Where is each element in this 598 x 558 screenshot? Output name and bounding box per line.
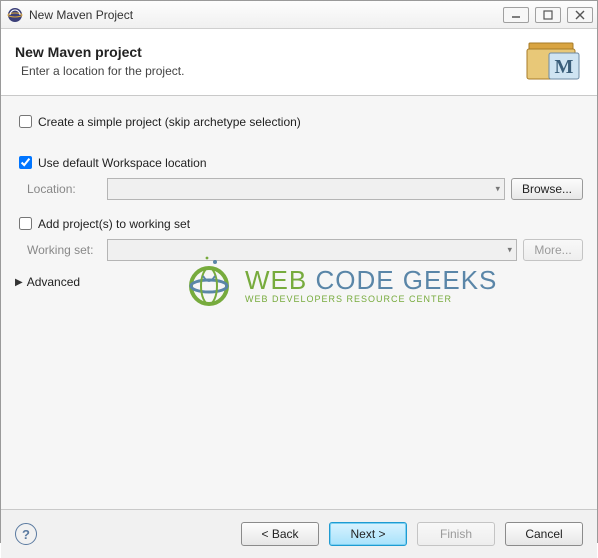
simple-project-checkbox[interactable] <box>19 115 32 128</box>
watermark-tagline: WEB DEVELOPERS RESOURCE CENTER <box>245 294 497 304</box>
working-set-field-row: Working set: ▾ More... <box>27 239 583 261</box>
expand-icon: ▶ <box>15 277 23 288</box>
more-button: More... <box>523 239 583 261</box>
default-workspace-row: Use default Workspace location <box>15 153 583 172</box>
default-workspace-label: Use default Workspace location <box>38 156 207 170</box>
page-title: New Maven project <box>15 44 523 60</box>
window-controls <box>503 7 593 23</box>
close-button[interactable] <box>567 7 593 23</box>
browse-button[interactable]: Browse... <box>511 178 583 200</box>
minimize-button[interactable] <box>503 7 529 23</box>
maven-icon: M <box>523 39 583 83</box>
eclipse-icon <box>7 7 23 23</box>
location-row: Location: ▾ Browse... <box>27 178 583 200</box>
wizard-banner: New Maven project Enter a location for t… <box>1 29 597 96</box>
chevron-down-icon: ▾ <box>495 184 500 195</box>
maximize-button[interactable] <box>535 7 561 23</box>
finish-button: Finish <box>417 522 495 546</box>
working-set-label: Working set: <box>27 243 101 257</box>
next-button[interactable]: Next > <box>329 522 407 546</box>
location-label: Location: <box>27 182 101 196</box>
page-subtitle: Enter a location for the project. <box>21 64 523 78</box>
svg-text:M: M <box>555 56 574 78</box>
default-workspace-checkbox[interactable] <box>19 156 32 169</box>
help-icon[interactable]: ? <box>15 523 37 545</box>
chevron-down-icon: ▾ <box>507 245 512 256</box>
cancel-button[interactable]: Cancel <box>505 522 583 546</box>
button-bar: ? < Back Next > Finish Cancel <box>1 510 597 558</box>
location-combo[interactable]: ▾ <box>107 178 505 200</box>
advanced-expander[interactable]: ▶ Advanced <box>15 275 583 289</box>
simple-project-row: Create a simple project (skip archetype … <box>15 112 583 131</box>
simple-project-label: Create a simple project (skip archetype … <box>38 115 301 129</box>
window-title: New Maven Project <box>29 8 503 22</box>
working-set-combo: ▾ <box>107 239 517 261</box>
working-set-row: Add project(s) to working set <box>15 214 583 233</box>
working-set-checkbox[interactable] <box>19 217 32 230</box>
advanced-label: Advanced <box>27 275 80 289</box>
back-button[interactable]: < Back <box>241 522 319 546</box>
wizard-content: Create a simple project (skip archetype … <box>1 96 597 510</box>
title-bar: New Maven Project <box>1 1 597 29</box>
working-set-checkbox-label: Add project(s) to working set <box>38 217 190 231</box>
